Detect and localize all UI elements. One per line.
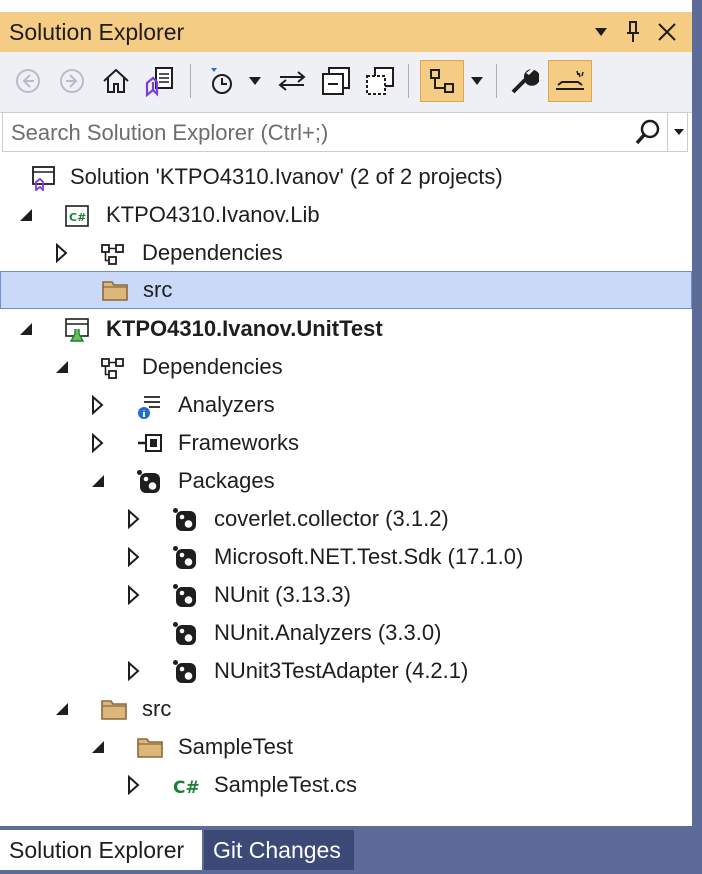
collapsed-arrow-icon[interactable] bbox=[90, 394, 108, 417]
dependencies-icon bbox=[100, 355, 126, 381]
expanded-arrow-icon[interactable] bbox=[90, 737, 108, 759]
test-project-icon bbox=[64, 317, 90, 343]
collapsed-arrow-icon[interactable] bbox=[126, 660, 144, 683]
tree-item[interactable]: coverlet.collector (3.1.2) bbox=[0, 501, 692, 539]
tree-item[interactable]: src bbox=[0, 271, 692, 309]
tree-item[interactable]: SampleTest bbox=[0, 729, 692, 767]
properties-icon[interactable] bbox=[504, 60, 544, 102]
toolbar-separator bbox=[408, 64, 409, 98]
tree-item-label: Analyzers bbox=[178, 392, 275, 417]
tab-git-changes[interactable]: Git Changes bbox=[204, 830, 354, 870]
package-icon bbox=[172, 659, 198, 685]
search-input[interactable] bbox=[9, 113, 633, 153]
svg-text:C#: C# bbox=[69, 211, 86, 224]
close-icon[interactable] bbox=[654, 18, 680, 46]
tree-item[interactable]: src bbox=[0, 691, 692, 729]
csharp-project-icon: C# bbox=[64, 203, 90, 229]
package-icon bbox=[172, 507, 198, 533]
tree-item[interactable]: Packages bbox=[0, 463, 692, 501]
collapsed-arrow-icon[interactable] bbox=[54, 242, 72, 265]
tree-item[interactable]: NUnit3TestAdapter (4.2.1) bbox=[0, 653, 692, 691]
tab-solution-explorer[interactable]: Solution Explorer bbox=[0, 830, 202, 870]
tree-item[interactable]: KTPO4310.Ivanov.UnitTest bbox=[0, 311, 692, 349]
home-icon[interactable] bbox=[96, 60, 136, 102]
expanded-arrow-icon[interactable] bbox=[54, 357, 72, 379]
tree-item[interactable]: Analyzers bbox=[0, 387, 692, 425]
tree-item-label: Microsoft.NET.Test.Sdk (17.1.0) bbox=[214, 544, 524, 569]
svg-text:C#: C# bbox=[173, 778, 200, 798]
tab-strip: Solution Explorer Git Changes bbox=[0, 826, 702, 874]
tree-item[interactable]: C# SampleTest.cs bbox=[0, 767, 692, 805]
folder-icon bbox=[101, 278, 128, 304]
tree-item-label: SampleTest.cs bbox=[214, 772, 358, 797]
tree-item-label: NUnit3TestAdapter (4.2.1) bbox=[214, 658, 469, 683]
panel-title: Solution Explorer bbox=[9, 19, 185, 45]
tree-item-label: Packages bbox=[178, 468, 275, 493]
search-icon[interactable] bbox=[635, 119, 661, 150]
switch-views-icon[interactable] bbox=[140, 60, 180, 102]
toolbar bbox=[0, 52, 692, 113]
show-all-files-icon[interactable] bbox=[360, 60, 400, 102]
expanded-arrow-icon[interactable] bbox=[54, 699, 72, 721]
tree-item-label: NUnit.Analyzers (3.3.0) bbox=[214, 620, 442, 645]
filter-dropdown-icon[interactable] bbox=[240, 60, 270, 102]
expanded-arrow-icon[interactable] bbox=[18, 319, 36, 341]
tree-item-label: SampleTest bbox=[178, 734, 293, 759]
analyzers-icon bbox=[136, 393, 162, 419]
solution-explorer-panel: Solution Explorer Search Solution Explor… bbox=[0, 0, 694, 826]
toolbar-separator bbox=[190, 64, 191, 98]
tree-item[interactable]: Dependencies bbox=[0, 235, 692, 273]
package-icon bbox=[172, 545, 198, 571]
toolbar-separator bbox=[496, 64, 497, 98]
collapsed-arrow-icon[interactable] bbox=[126, 546, 144, 569]
search-options-dropdown-icon[interactable] bbox=[667, 113, 690, 151]
expanded-arrow-icon[interactable] bbox=[18, 205, 36, 227]
tree-item-label: Dependencies bbox=[142, 240, 283, 265]
tree-item-label: src bbox=[142, 696, 172, 721]
collapsed-arrow-icon[interactable] bbox=[126, 508, 144, 531]
collapse-all-icon[interactable] bbox=[316, 60, 356, 102]
tree-view-icon[interactable] bbox=[420, 60, 464, 102]
chevron-down-icon[interactable] bbox=[588, 18, 614, 46]
search-box[interactable] bbox=[2, 112, 690, 153]
package-icon bbox=[172, 621, 198, 647]
tree-item-label: KTPO4310.Ivanov.UnitTest bbox=[106, 316, 383, 341]
folder-icon bbox=[136, 735, 163, 761]
dependencies-icon bbox=[100, 241, 126, 267]
solution-icon bbox=[30, 165, 56, 193]
tree-item-label: Frameworks bbox=[178, 430, 300, 455]
folder-icon bbox=[100, 697, 127, 723]
tree-view-dropdown-icon[interactable] bbox=[464, 60, 490, 102]
tree-item[interactable]: NUnit.Analyzers (3.3.0) bbox=[0, 615, 692, 653]
collapsed-arrow-icon[interactable] bbox=[126, 584, 144, 607]
tree-item[interactable]: NUnit (3.13.3) bbox=[0, 577, 692, 615]
tree-item-label: NUnit (3.13.3) bbox=[214, 582, 351, 607]
tree-item-label: KTPO4310.Ivanov.Lib bbox=[106, 202, 320, 227]
forward-icon[interactable] bbox=[52, 60, 92, 102]
collapsed-arrow-icon[interactable] bbox=[126, 774, 144, 797]
tree-item[interactable]: Frameworks bbox=[0, 425, 692, 463]
tree-item-label: coverlet.collector (3.1.2) bbox=[214, 506, 449, 531]
frameworks-icon bbox=[136, 431, 162, 457]
tree-item-label: Dependencies bbox=[142, 354, 283, 379]
pending-changes-filter-icon[interactable] bbox=[200, 60, 240, 102]
preview-selected-item-icon[interactable] bbox=[548, 60, 592, 102]
package-icon bbox=[136, 469, 162, 495]
tree-item[interactable]: Dependencies bbox=[0, 349, 692, 387]
collapsed-arrow-icon[interactable] bbox=[90, 432, 108, 455]
package-icon bbox=[172, 583, 198, 609]
tree-item[interactable]: C# KTPO4310.Ivanov.Lib bbox=[0, 197, 692, 235]
tree-item-label: src bbox=[143, 277, 173, 302]
tree-item-label: Solution 'KTPO4310.Ivanov' (2 of 2 proje… bbox=[70, 164, 503, 189]
sync-active-document-icon[interactable] bbox=[272, 60, 312, 102]
back-icon[interactable] bbox=[8, 60, 48, 102]
title-bar: Solution Explorer bbox=[0, 12, 692, 52]
expanded-arrow-icon[interactable] bbox=[90, 471, 108, 493]
tree-item[interactable]: Solution 'KTPO4310.Ivanov' (2 of 2 proje… bbox=[0, 159, 692, 197]
csharp-file-icon: C# bbox=[172, 773, 200, 799]
pin-icon[interactable] bbox=[620, 18, 646, 46]
tree-item[interactable]: Microsoft.NET.Test.Sdk (17.1.0) bbox=[0, 539, 692, 577]
